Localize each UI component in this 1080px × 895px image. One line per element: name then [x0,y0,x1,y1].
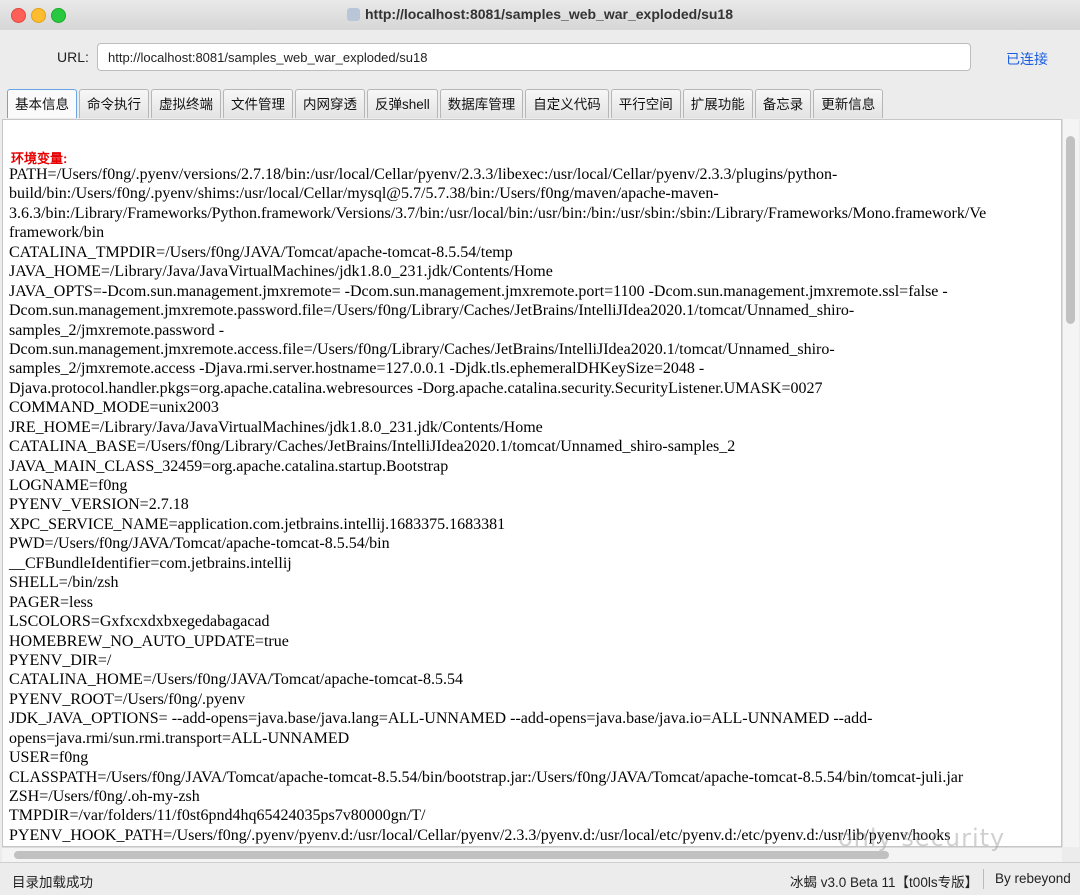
tab-virtual-terminal[interactable]: 虚拟终端 [151,89,221,118]
url-input[interactable] [97,43,971,71]
env-line: CATALINA_HOME=/Users/f0ng/JAVA/Tomcat/ap… [9,671,463,689]
app-icon [346,8,360,21]
env-line: LOGNAME=f0ng [9,477,128,494]
tab-reverse-shell[interactable]: 反弹shell [367,89,438,118]
env-line: HOMEBREW_NO_AUTO_UPDATE=true [9,632,289,650]
env-line: XPC_SERVICE_NAME=application.com.jetbrai… [9,515,506,533]
env-vars-text: PATH=/Users/f0ng/.pyenv/versions/2.7.18/… [9,165,1061,845]
tab-extensions[interactable]: 扩展功能 [682,89,753,118]
author-label: By rebeyond [995,871,1071,886]
title-bar: http://localhost:8081/samples_web_war_ex… [0,0,1080,31]
env-line: TMPDIR=/var/folders/11/f0st6pnd4hq654240… [9,807,426,825]
env-line: PYENV_DIR=/ [9,651,112,669]
env-line: JDK_JAVA_OPTIONS= --add-opens=java.base/… [9,710,873,728]
env-line: USER=f0ng [9,749,89,767]
status-divider [983,869,984,889]
env-line: samples_2/jmxremote.password - [9,321,225,339]
env-line: PYENV_ROOT=/Users/f0ng/.pyenv [9,690,246,708]
horizontal-scroll-thumb[interactable] [14,851,889,859]
url-label: URL: [57,49,89,65]
version-label: 冰蝎 v3.0 Beta 11【t00ls专版】 [790,875,979,890]
tab-update-info[interactable]: 更新信息 [813,89,884,118]
env-line: CLASSPATH=/Users/f0ng/JAVA/Tomcat/apache… [9,768,964,786]
env-line: Dcom.sun.management.jmxremote.access.fil… [9,340,835,358]
url-bar: URL: 已连接 [0,30,1080,86]
window-title: http://localhost:8081/samples_web_war_ex… [0,6,1080,22]
vertical-scrollbar[interactable] [1062,119,1079,847]
env-line: framework/bin [9,224,105,242]
env-line: JRE_HOME=/Library/Java/JavaVirtualMachin… [9,418,543,436]
env-line: JAVA_HOME=/Library/Java/JavaVirtualMachi… [9,263,553,281]
env-line: SHELL=/bin/zsh [9,574,119,592]
env-line: JAVA_MAIN_CLASS_32459=org.apache.catalin… [9,457,449,475]
env-line: 3.6.3/bin:/Library/Frameworks/Python.fra… [9,204,987,222]
env-line: PATH=/Users/f0ng/.pyenv/versions/2.7.18/… [9,166,838,183]
tab-intranet-tunnel[interactable]: 内网穿透 [295,89,365,118]
tab-memo[interactable]: 备忘录 [754,89,812,118]
watermark: only security [838,824,1006,852]
env-line: COMMAND_MODE=unix2003 [9,399,219,417]
window-title-text: http://localhost:8081/samples_web_war_ex… [364,6,734,22]
env-line: ZSH=/Users/f0ng/.oh-my-zsh [9,788,200,805]
env-line: CATALINA_BASE=/Users/f0ng/Library/Caches… [9,438,736,456]
tab-command-exec[interactable]: 命令执行 [79,89,149,118]
tab-bar: 基本信息 命令执行 虚拟终端 文件管理 内网穿透 反弹shell 数据库管理 自… [7,89,885,119]
vertical-scroll-thumb[interactable] [1066,136,1075,324]
connection-status: 已连接 [1006,51,1048,67]
status-message: 目录加载成功 [12,875,93,890]
info-panel[interactable]: 环境变量: PATH=/Users/f0ng/.pyenv/versions/2… [2,119,1062,847]
tab-basic-info[interactable]: 基本信息 [7,89,77,118]
env-line: PWD=/Users/f0ng/JAVA/Tomcat/apache-tomca… [9,535,390,553]
env-line: opens=java.rmi/sun.rmi.transport=ALL-UNN… [9,729,350,747]
env-line: samples_2/jmxremote.access -Djava.rmi.se… [9,360,705,378]
tab-database-manager[interactable]: 数据库管理 [439,89,524,118]
env-line: LSCOLORS=Gxfxcxdxbxegedabagacad [9,613,270,631]
tab-parallel-space[interactable]: 平行空间 [610,89,681,118]
env-line: build/bin:/Users/f0ng/.pyenv/shims:/usr/… [9,185,719,203]
status-bar: 目录加载成功 冰蝎 v3.0 Beta 11【t00ls专版】 By rebey… [0,862,1080,895]
tab-custom-code[interactable]: 自定义代码 [525,89,609,118]
env-line: JAVA_OPTS=-Dcom.sun.management.jmxremote… [9,282,948,300]
env-line: __CFBundleIdentifier=com.jetbrains.intel… [9,554,292,572]
env-line: Dcom.sun.management.jmxremote.password.f… [9,302,855,320]
env-line: PAGER=less [9,593,94,611]
env-line: CATALINA_TMPDIR=/Users/f0ng/JAVA/Tomcat/… [9,243,513,261]
tab-file-manager[interactable]: 文件管理 [223,89,293,118]
env-line: PYENV_VERSION=2.7.18 [9,496,189,514]
env-line: Djava.protocol.handler.pkgs=org.apache.c… [9,379,823,397]
